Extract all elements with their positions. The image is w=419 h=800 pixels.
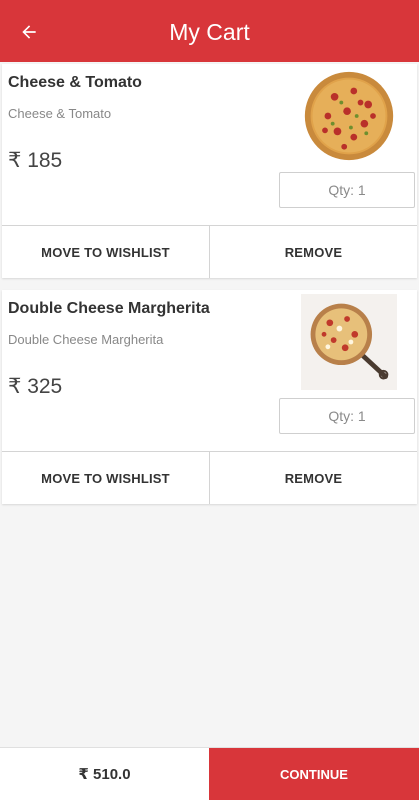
item-name: Cheese & Tomato (8, 74, 142, 91)
move-to-wishlist-button[interactable]: MOVE TO WISHLIST (2, 452, 209, 504)
checkout-bar: ₹ 510.0 CONTINUE (0, 747, 419, 800)
move-to-wishlist-button[interactable]: MOVE TO WISHLIST (2, 226, 209, 278)
item-price: ₹ 185 (8, 149, 63, 172)
app-bar: My Cart (0, 0, 419, 62)
continue-button[interactable]: CONTINUE (209, 748, 419, 800)
cart-total: ₹ 510.0 (0, 748, 209, 800)
remove-button[interactable]: REMOVE (209, 452, 417, 504)
quantity-selector[interactable]: Qty: 1 (279, 398, 415, 434)
cart-item: Cheese & Tomato Cheese & Tomato ₹ 185 Qt… (2, 64, 417, 278)
item-name: Double Cheese Margherita (8, 300, 210, 317)
item-actions: MOVE TO WISHLIST REMOVE (2, 225, 417, 278)
pizza-image (304, 71, 394, 161)
cart-item: Double Cheese Margherita Double Cheese M… (2, 290, 417, 504)
item-description: Cheese & Tomato (8, 106, 112, 121)
item-actions: MOVE TO WISHLIST REMOVE (2, 451, 417, 504)
remove-button[interactable]: REMOVE (209, 226, 417, 278)
pizza-on-paddle-image (301, 294, 397, 390)
item-description: Double Cheese Margherita (8, 332, 164, 347)
item-price: ₹ 325 (8, 375, 63, 398)
quantity-selector[interactable]: Qty: 1 (279, 172, 415, 208)
page-title: My Cart (169, 19, 250, 45)
